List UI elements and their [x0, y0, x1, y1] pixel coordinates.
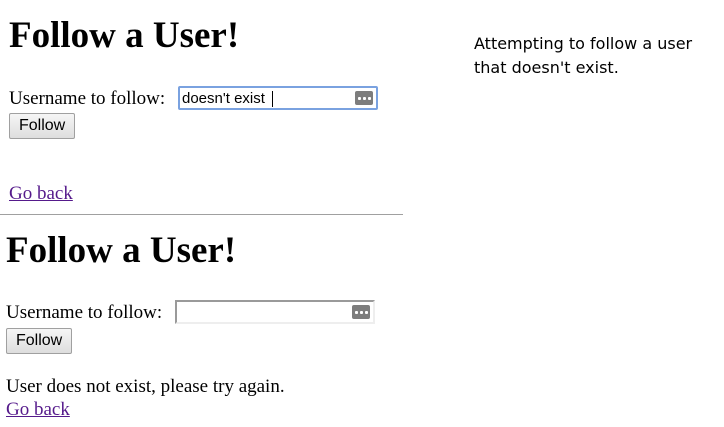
keys-icon[interactable] — [352, 305, 370, 319]
username-input[interactable] — [180, 88, 352, 108]
text-caret — [272, 91, 273, 107]
go-back-link[interactable]: Go back — [9, 183, 73, 205]
username-input[interactable] — [177, 302, 349, 322]
caption-text: Attempting to follow a user that doesn't… — [474, 34, 693, 77]
go-back-link[interactable]: Go back — [6, 399, 70, 421]
username-label: Username to follow: — [9, 88, 166, 109]
username-input-wrapper[interactable] — [178, 86, 378, 110]
follow-button[interactable]: Follow — [6, 328, 73, 354]
page-title: Follow a User! — [9, 15, 240, 56]
divider — [0, 214, 403, 215]
username-label: Username to follow: — [6, 302, 163, 323]
error-message: User does not exist, please try again. — [6, 376, 285, 397]
username-input-wrapper[interactable] — [175, 300, 375, 324]
follow-button[interactable]: Follow — [9, 113, 76, 139]
page-title: Follow a User! — [6, 230, 237, 271]
keys-icon[interactable] — [355, 91, 373, 105]
